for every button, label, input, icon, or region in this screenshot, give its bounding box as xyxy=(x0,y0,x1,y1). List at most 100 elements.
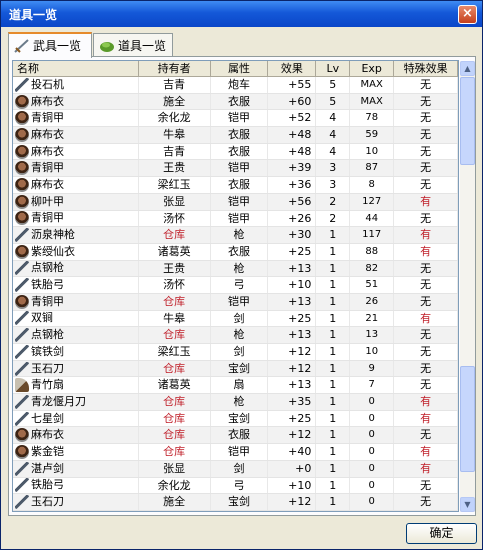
cell-special: 有 xyxy=(394,394,458,410)
ok-button[interactable]: 确定 xyxy=(406,523,477,544)
table-body: 投石机 吉青 炮车 +55 5 MAX 无麻布衣 施全 衣服 +60 5 MAX 无青铜甲 余化龙 铠甲 +5… xyxy=(13,77,458,511)
cell-name: 青铜甲 xyxy=(13,110,139,127)
item-name: 铁胎弓 xyxy=(31,278,64,292)
column-header-effect[interactable]: 效果 xyxy=(268,61,317,76)
armor-icon xyxy=(15,194,29,209)
cell-owner: 吉青 xyxy=(139,77,211,93)
vertical-scrollbar[interactable]: ▲ ▼ xyxy=(460,61,475,512)
table-row[interactable]: 铁胎弓 余化龙弓 +10 1 0 无 xyxy=(13,477,458,495)
armor-icon xyxy=(15,161,29,176)
table-row[interactable]: 七星剑 仓库 宝剑 +25 1 0 有 xyxy=(13,410,458,428)
cell-name: 柳叶甲 xyxy=(13,193,139,210)
cell-exp: 78 xyxy=(350,110,395,127)
cell-lv: 1 xyxy=(316,460,351,477)
table-row[interactable]: 玉石刀 仓库 宝剑 +12 1 9 无 xyxy=(13,360,458,378)
cell-lv: 1 xyxy=(316,427,351,444)
cell-owner: 施全 xyxy=(139,494,211,510)
item-name: 柳叶甲 xyxy=(31,194,64,208)
table-row[interactable]: 玉石刀 施全 宝剑 +12 1 0 无 xyxy=(13,494,458,511)
table-row[interactable]: 投石机 吉青 炮车 +55 5 MAX 无 xyxy=(13,77,458,94)
cell-exp: 21 xyxy=(350,310,395,327)
table-row[interactable]: 紫绶仙衣 诸葛英 衣服 +25 1 88 有 xyxy=(13,243,458,261)
table-row[interactable]: 麻布衣 仓库 衣服 +12 1 0 无 xyxy=(13,427,458,445)
cell-effect: +39 xyxy=(268,160,317,177)
cell-special: 无 xyxy=(394,77,458,93)
table-row[interactable]: 镔铁剑 梁红玉剑 +12 1 10 无 xyxy=(13,344,458,361)
tab-items[interactable]: 道具一览 xyxy=(93,33,173,57)
cell-attr: 弓 xyxy=(211,277,269,293)
cell-exp: 87 xyxy=(350,160,395,177)
column-header-owner[interactable]: 持有者 xyxy=(139,61,211,76)
cell-attr: 弓 xyxy=(211,477,269,494)
cell-attr: 宝剑 xyxy=(211,360,269,377)
cell-name: 沥泉神枪 xyxy=(13,227,139,243)
cell-special: 无 xyxy=(394,360,458,377)
table-row[interactable]: 铁胎弓 汤怀弓 +10 1 51 无 xyxy=(13,277,458,294)
cell-exp: MAX xyxy=(350,77,395,93)
cell-special: 无 xyxy=(394,110,458,127)
cell-attr: 衣服 xyxy=(211,243,269,260)
column-header-name[interactable]: 名称 xyxy=(13,61,139,76)
cell-effect: +25 xyxy=(268,310,317,327)
tab-panel: 名称 持有者 属性 效果 Lv Exp 特殊效果 投石机 吉青 炮车 +55 5 MAX 无… xyxy=(8,56,476,516)
cell-owner: 梁红玉 xyxy=(139,177,211,193)
cell-effect: +25 xyxy=(268,243,317,260)
item-name: 玉石刀 xyxy=(31,495,64,509)
cell-exp: 0 xyxy=(350,427,395,444)
table-row[interactable]: 沥泉神枪 仓库枪 +30 1 117 有 xyxy=(13,227,458,244)
window-title: 道具一览 xyxy=(9,8,58,22)
table-row[interactable]: 青龙偃月刀 仓库枪 +35 1 0 有 xyxy=(13,394,458,411)
table-row[interactable]: 点钢枪 王贵枪 +13 1 82 无 xyxy=(13,260,458,278)
cell-special: 有 xyxy=(394,460,458,477)
column-header-attr[interactable]: 属性 xyxy=(211,61,269,76)
cell-lv: 4 xyxy=(316,110,351,127)
cell-lv: 1 xyxy=(316,477,351,494)
table-header: 名称 持有者 属性 效果 Lv Exp 特殊效果 xyxy=(13,61,458,77)
table-row[interactable]: 麻布衣 吉青 衣服 +48 4 10 无 xyxy=(13,143,458,161)
table-row[interactable]: 麻布衣 施全 衣服 +60 5 MAX 无 xyxy=(13,93,458,111)
cell-effect: +12 xyxy=(268,360,317,377)
scroll-up-button[interactable]: ▲ xyxy=(460,61,475,76)
cell-attr: 扇 xyxy=(211,377,269,394)
cell-special: 无 xyxy=(394,293,458,310)
scroll-down-button[interactable]: ▼ xyxy=(460,497,475,512)
table-row[interactable]: 紫金铠 仓库 铠甲 +40 1 0 有 xyxy=(13,444,458,461)
cell-lv: 1 xyxy=(316,243,351,260)
cell-name: 铁胎弓 xyxy=(13,277,139,293)
column-header-lv[interactable]: Lv xyxy=(316,61,351,76)
cell-exp: 10 xyxy=(350,143,395,160)
table-row[interactable]: 麻布衣 梁红玉 衣服 +36 3 8 无 xyxy=(13,177,458,194)
table-row[interactable]: 青竹扇 诸葛英扇 +13 1 7 无 xyxy=(13,377,458,395)
table-row[interactable]: 青铜甲 汤怀 铠甲 +26 2 44 无 xyxy=(13,210,458,228)
cell-name: 铁胎弓 xyxy=(13,477,139,494)
cell-name: 麻布衣 xyxy=(13,127,139,143)
tab-weapons[interactable]: 武具一览 xyxy=(8,32,92,58)
bow-icon xyxy=(15,478,29,493)
item-name: 紫绶仙衣 xyxy=(31,244,75,258)
table-row[interactable]: 湛卢剑 张显剑 +0 1 0 有 xyxy=(13,460,458,478)
cell-lv: 1 xyxy=(316,293,351,310)
cell-effect: +35 xyxy=(268,394,317,410)
cell-owner: 仓库 xyxy=(139,410,211,427)
cell-lv: 2 xyxy=(316,193,351,210)
scroll-thumb-bottom[interactable] xyxy=(460,366,475,472)
table-row[interactable]: 双锏 牛皋剑 +25 1 21 有 xyxy=(13,310,458,328)
table-row[interactable]: 青铜甲 仓库 铠甲 +13 1 26 无 xyxy=(13,293,458,311)
cell-lv: 1 xyxy=(316,344,351,360)
table-row[interactable]: 点钢枪 仓库枪 +13 1 13 无 xyxy=(13,327,458,344)
cell-effect: +13 xyxy=(268,327,317,343)
title-bar[interactable]: 道具一览 × xyxy=(1,1,482,27)
cell-owner: 诸葛英 xyxy=(139,243,211,260)
column-header-exp[interactable]: Exp xyxy=(350,61,395,76)
table-row[interactable]: 青铜甲 王贵 铠甲 +39 3 87 无 xyxy=(13,160,458,178)
cell-lv: 3 xyxy=(316,160,351,177)
table-row[interactable]: 青铜甲 余化龙 铠甲 +52 4 78 无 xyxy=(13,110,458,128)
table-row[interactable]: 柳叶甲 张显 铠甲 +56 2 127 有 xyxy=(13,193,458,211)
cell-lv: 4 xyxy=(316,143,351,160)
table-row[interactable]: 麻布衣 牛皋 衣服 +48 4 59 无 xyxy=(13,127,458,144)
cell-attr: 衣服 xyxy=(211,127,269,143)
column-header-special[interactable]: 特殊效果 xyxy=(394,61,458,76)
cell-name: 青铜甲 xyxy=(13,293,139,310)
close-button[interactable]: × xyxy=(458,5,477,24)
scroll-thumb-top[interactable] xyxy=(460,77,475,165)
